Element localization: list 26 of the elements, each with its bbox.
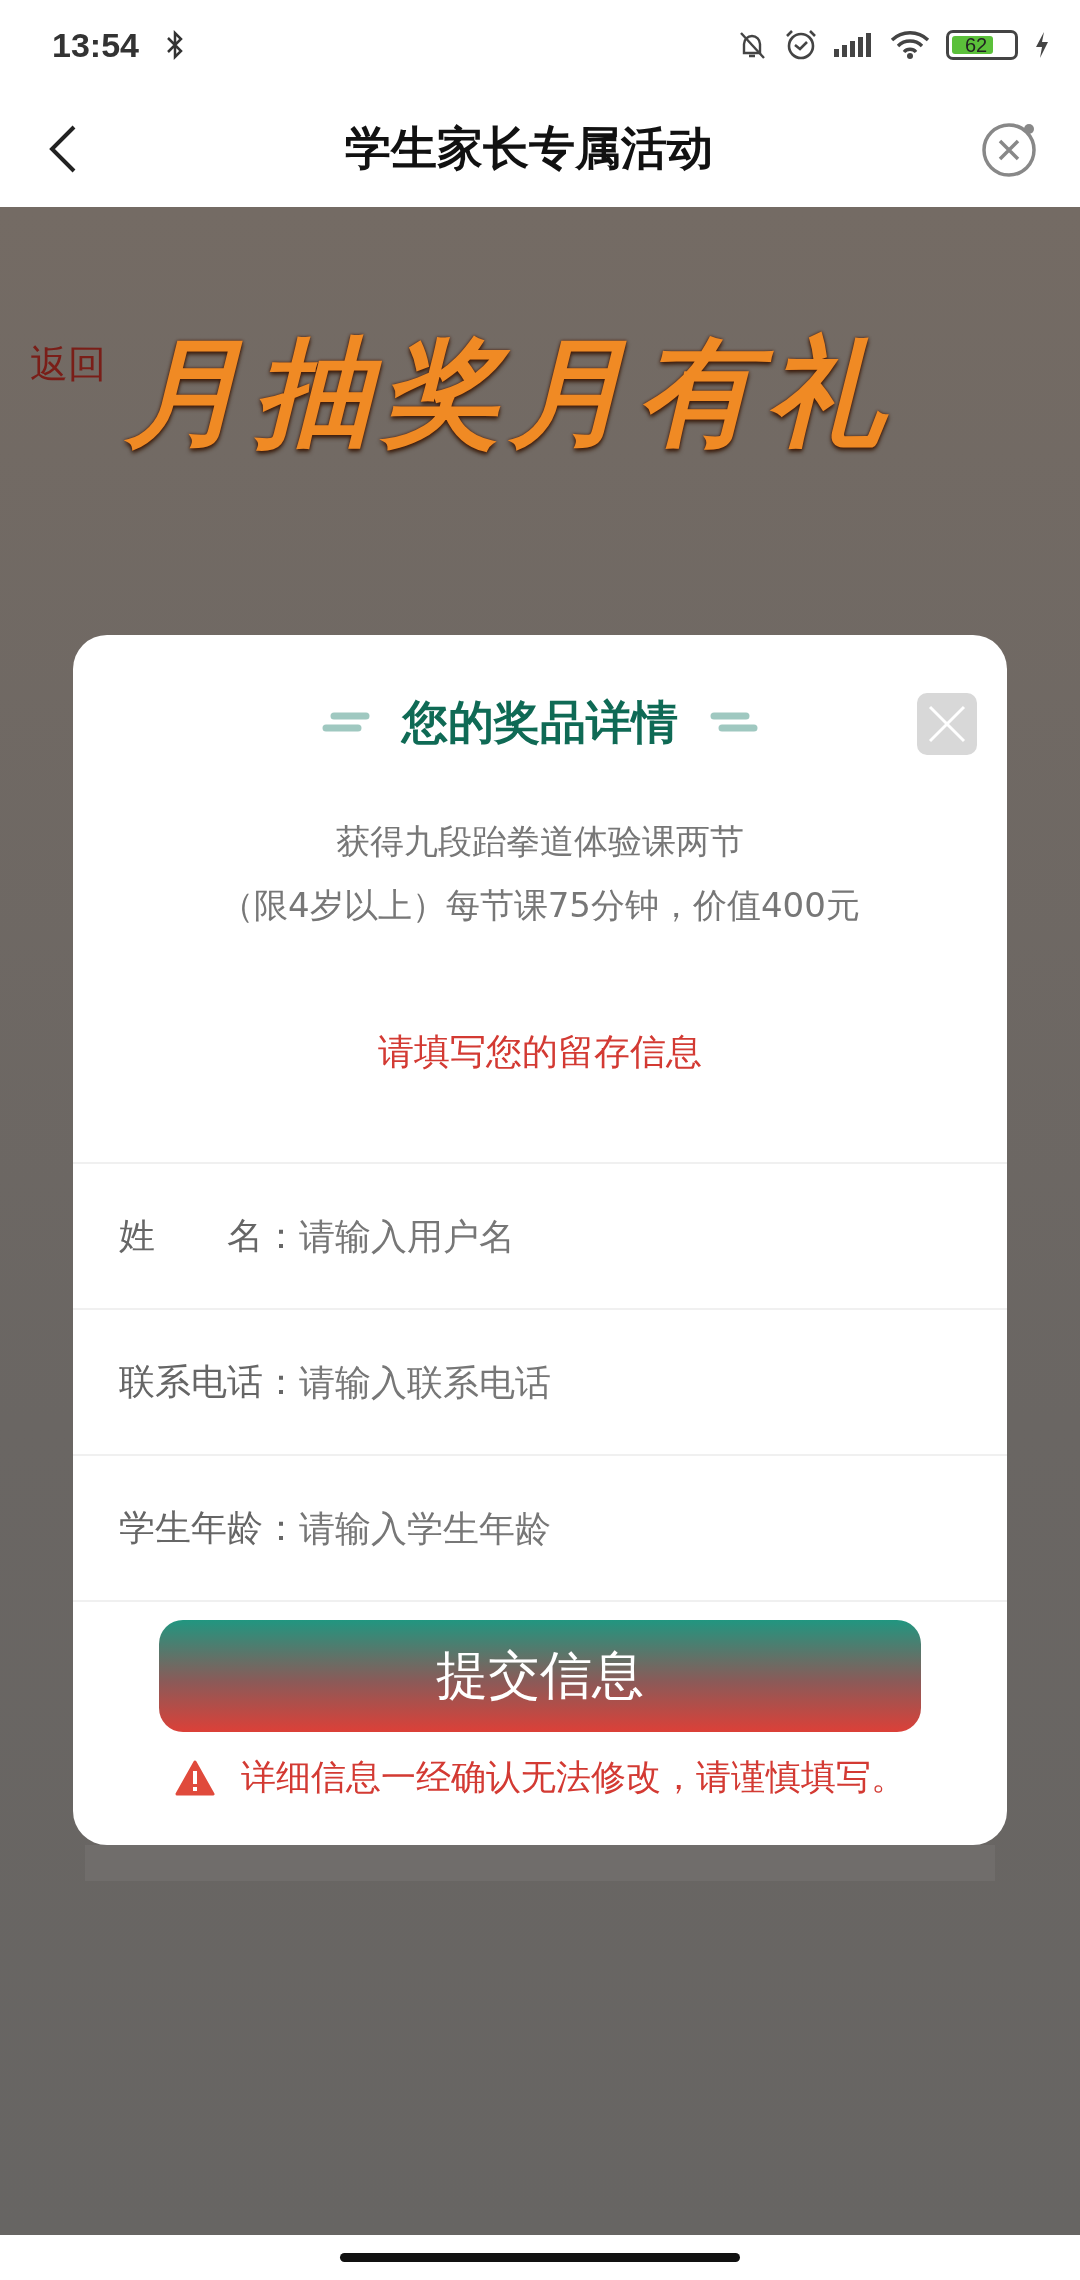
- bluetooth-icon: [164, 30, 185, 60]
- charging-icon: [1034, 30, 1050, 60]
- field-label: 学生年龄：: [119, 1505, 299, 1550]
- page-title: 学生家长专属活动: [345, 119, 713, 177]
- field-label: 姓 名：: [119, 1213, 299, 1258]
- input-field[interactable]: 请输入联系电话: [299, 1361, 859, 1403]
- battery-level: 62: [965, 33, 988, 57]
- dialog-title: 您的奖品详情: [402, 694, 678, 751]
- prize-description: （限4岁以上）每节课75分钟，价值400元: [220, 884, 860, 927]
- signal-icon: [834, 31, 874, 59]
- field-label: 联系电话：: [119, 1359, 299, 1404]
- warning-icon: [174, 1759, 215, 1796]
- input-field[interactable]: 请输入学生年龄: [299, 1507, 859, 1549]
- warning-text: 详细信息一经确认无法修改，请谨慎填写。: [240, 1756, 906, 1799]
- alarm-icon: [784, 28, 818, 62]
- form-prompt: 请填写您的留存信息: [378, 1030, 702, 1074]
- close-icon: [927, 704, 967, 744]
- dash-decoration-icon: [708, 711, 760, 735]
- prize-description: 获得九段跆拳道体验课两节: [335, 820, 745, 863]
- submit-button[interactable]: 提交信息: [159, 1620, 921, 1732]
- back-icon[interactable]: [48, 123, 78, 174]
- status-time: 13:54: [52, 25, 139, 65]
- wifi-icon: [890, 30, 930, 60]
- banner-title: 月抽奖月有礼: [126, 327, 894, 457]
- dash-decoration-icon: [320, 711, 372, 735]
- input-field[interactable]: 请输入用户名: [299, 1215, 859, 1257]
